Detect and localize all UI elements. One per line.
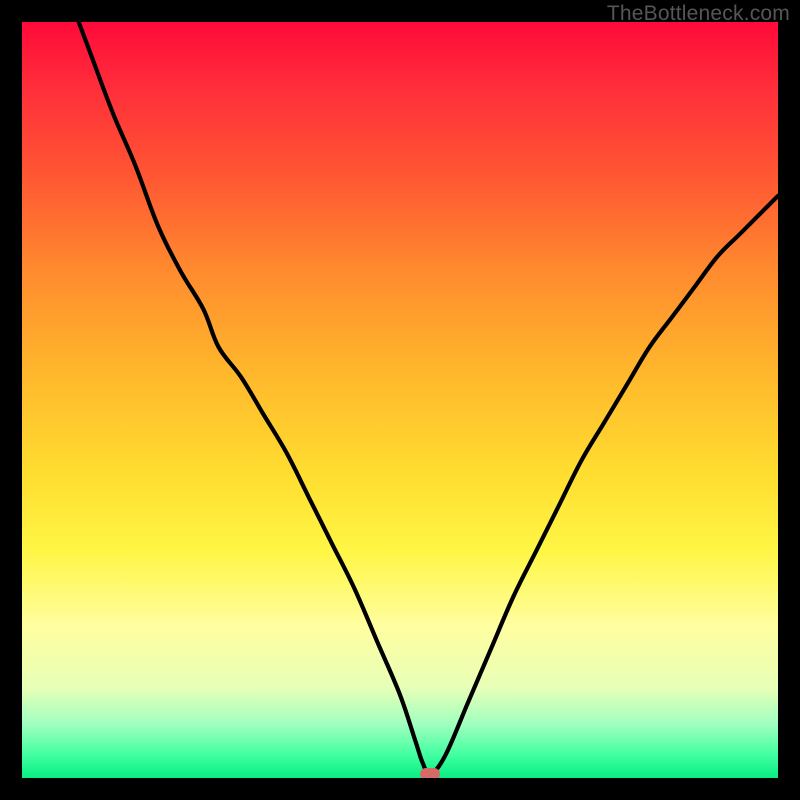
plot-area	[22, 22, 778, 778]
minimum-marker	[420, 768, 440, 778]
chart-frame: TheBottleneck.com	[0, 0, 800, 800]
bottleneck-curve	[22, 22, 778, 778]
attribution-watermark: TheBottleneck.com	[607, 2, 790, 26]
